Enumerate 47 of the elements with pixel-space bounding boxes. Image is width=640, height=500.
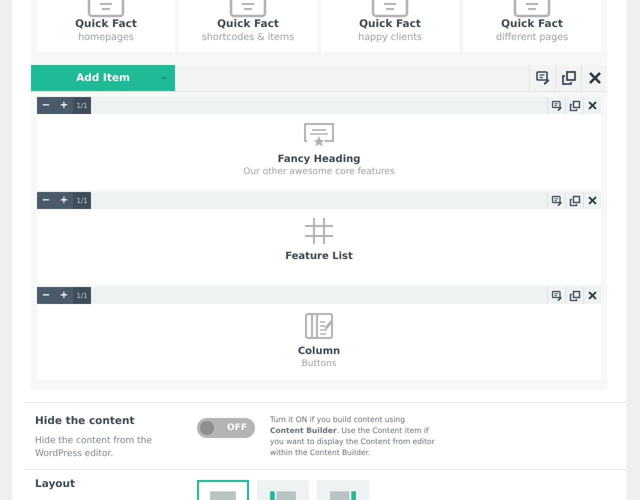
item-subtitle: Our other awesome core features [243, 167, 395, 177]
close-icon [587, 195, 598, 206]
card-subtitle: happy clients [358, 32, 422, 43]
card-subtitle: different pages [496, 32, 568, 43]
item-subtitle: Buttons [302, 359, 336, 369]
item-title: Feature List [285, 251, 353, 262]
duplicate-icon [568, 194, 580, 206]
edit-button[interactable] [547, 97, 565, 114]
option-label: Layout [35, 478, 76, 490]
decrease-button[interactable]: − [37, 287, 55, 304]
full-width-layout-icon [210, 491, 236, 500]
card-subtitle: homepages [78, 32, 134, 43]
caret-icon [161, 77, 167, 80]
decrease-button[interactable]: − [37, 192, 55, 209]
card-title: Quick Fact [501, 18, 563, 30]
duplicate-button[interactable] [565, 287, 583, 304]
right-sidebar-layout-icon [330, 491, 356, 500]
duplicate-icon [560, 70, 576, 86]
edit-button[interactable] [547, 192, 565, 209]
increase-button[interactable]: + [55, 287, 73, 304]
duplicate-icon [568, 100, 580, 112]
item-title: Column [298, 346, 340, 357]
edit-icon [550, 100, 562, 112]
card-subtitle: shortcodes & items [202, 32, 294, 43]
duplicate-icon [568, 290, 580, 302]
close-icon [587, 290, 598, 301]
increase-button[interactable]: + [55, 192, 73, 209]
card-title: Quick Fact [359, 18, 421, 30]
option-description: Hide the content from the WordPress editor. [35, 435, 153, 462]
decrease-button[interactable]: − [37, 97, 55, 114]
duplicate-button[interactable] [565, 192, 583, 209]
option-label: Hide the content [35, 415, 136, 427]
increase-button[interactable]: + [55, 97, 73, 114]
left-sidebar-layout-icon [270, 491, 296, 500]
card-title: Quick Fact [217, 18, 279, 30]
edit-icon [534, 70, 550, 86]
duplicate-button[interactable] [565, 97, 583, 114]
close-icon [586, 70, 602, 86]
close-icon [587, 100, 598, 111]
grid-icon [304, 217, 334, 245]
edit-icon [550, 194, 562, 206]
heading-icon [303, 122, 335, 148]
edit-button[interactable] [547, 287, 565, 304]
card-title: Quick Fact [75, 18, 137, 30]
item-title: Fancy Heading [278, 154, 360, 165]
column-icon [304, 312, 334, 340]
edit-icon [550, 290, 562, 302]
